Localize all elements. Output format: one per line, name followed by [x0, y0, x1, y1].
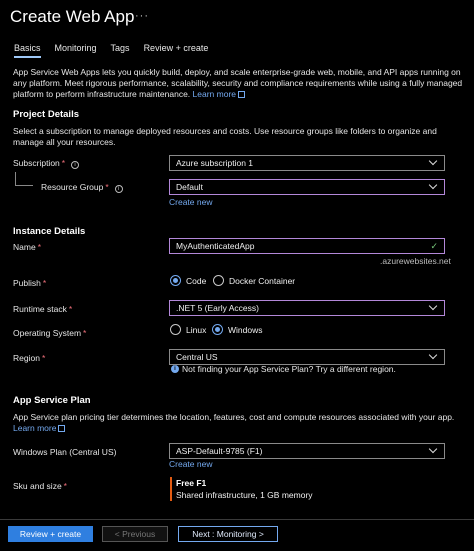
name-input[interactable]: MyAuthenticatedApp ✓ [169, 238, 445, 254]
required-marker: * [42, 278, 47, 288]
region-label-text: Region [13, 353, 40, 363]
project-details-text: Select a subscription to manage deployed… [13, 126, 437, 147]
required-marker: * [83, 328, 87, 338]
publish-docker-label: Docker Container [229, 275, 296, 286]
chevron-down-icon [428, 180, 438, 190]
required-marker: * [37, 242, 41, 252]
subscription-label-text: Subscription [13, 158, 60, 168]
info-icon[interactable]: i [114, 185, 123, 193]
region-select[interactable]: Central US [169, 349, 445, 365]
learn-more-link[interactable]: Learn more [192, 89, 246, 99]
plan-learn-more-link[interactable]: Learn more [13, 423, 66, 433]
page-title: Create Web App [10, 7, 135, 26]
operating-system-label: Operating System * [13, 328, 86, 338]
info-filled-icon: i [171, 365, 179, 373]
name-label: Name * [13, 242, 41, 252]
required-marker: * [105, 182, 109, 192]
sku-summary: Free F1 Shared infrastructure, 1 GB memo… [170, 477, 313, 501]
previous-button[interactable]: < Previous [102, 526, 168, 542]
required-marker: * [68, 304, 73, 314]
publish-label-text: Publish [13, 278, 41, 288]
required-marker: * [63, 481, 67, 491]
radio-icon [213, 275, 224, 286]
operating-system-label-text: Operating System [13, 328, 82, 338]
subscription-label: Subscription * i [13, 158, 80, 169]
os-windows-label: Windows [228, 324, 263, 335]
chevron-down-icon [428, 156, 438, 166]
windows-plan-value: ASP-Default-9785 (F1) [176, 446, 263, 456]
app-service-plan-heading: App Service Plan [13, 395, 91, 406]
resource-group-value: Default [176, 182, 203, 192]
name-value: MyAuthenticatedApp [176, 241, 255, 251]
tab-review-create[interactable]: Review + create [144, 43, 209, 58]
radio-selected-icon [212, 324, 223, 335]
os-linux-label: Linux [186, 324, 207, 335]
resource-group-label-text: Resource Group [41, 182, 104, 192]
region-notice-text: Not finding your App Service Plan? Try a… [182, 364, 396, 374]
resource-group-label: Resource Group * i [41, 182, 123, 193]
check-icon: ✓ [430, 241, 438, 251]
windows-plan-select[interactable]: ASP-Default-9785 (F1) [169, 443, 445, 459]
chevron-down-icon [428, 350, 438, 360]
publish-docker-radio[interactable]: Docker Container [213, 275, 295, 286]
windows-plan-label: Windows Plan (Central US) [13, 447, 117, 457]
sku-size-label-text: Sku and size [13, 481, 62, 491]
name-label-text: Name [13, 242, 36, 252]
plan-learn-more-label: Learn more [13, 423, 57, 433]
review-create-button[interactable]: Review + create [8, 526, 93, 542]
domain-suffix: .azurewebsites.net [380, 256, 451, 266]
sku-name: Free F1 [176, 478, 207, 488]
tab-bar: Basics Monitoring Tags Review + create [14, 43, 208, 58]
tab-monitoring[interactable]: Monitoring [55, 43, 97, 58]
required-marker: * [61, 158, 66, 168]
tree-connector [15, 172, 33, 186]
region-label: Region * [13, 353, 45, 363]
required-marker: * [41, 353, 46, 363]
chevron-down-icon [428, 444, 438, 454]
next-monitoring-button[interactable]: Next : Monitoring > [178, 526, 278, 542]
runtime-stack-label-text: Runtime stack [13, 304, 67, 314]
learn-more-label: Learn more [192, 89, 237, 99]
more-options-icon[interactable]: ··· [135, 10, 149, 22]
create-new-plan-link[interactable]: Create new [169, 459, 212, 469]
external-link-icon [238, 91, 246, 98]
publish-label: Publish * [13, 278, 46, 288]
subscription-select[interactable]: Azure subscription 1 [169, 155, 445, 171]
region-notice: i Not finding your App Service Plan? Try … [171, 364, 396, 374]
region-value: Central US [176, 352, 218, 362]
plan-text: App Service plan pricing tier determines… [13, 412, 463, 434]
radio-icon [170, 324, 181, 335]
chevron-down-icon [428, 301, 438, 311]
publish-code-radio[interactable]: Code [170, 275, 206, 286]
create-new-rg-link[interactable]: Create new [169, 197, 212, 207]
runtime-stack-select[interactable]: .NET 5 (Early Access) [169, 300, 445, 316]
os-windows-radio[interactable]: Windows [212, 324, 262, 335]
info-icon[interactable]: i [71, 161, 80, 169]
publish-code-label: Code [186, 275, 207, 286]
sku-size-label: Sku and size * [13, 481, 67, 491]
runtime-stack-label: Runtime stack * [13, 304, 72, 314]
project-details-heading: Project Details [13, 109, 79, 120]
external-link-icon [58, 425, 66, 432]
plan-description: App Service plan pricing tier determines… [13, 412, 455, 422]
tab-basics[interactable]: Basics [14, 43, 41, 58]
instance-details-heading: Instance Details [13, 226, 86, 237]
intro-text: App Service Web Apps lets you quickly bu… [13, 67, 463, 100]
radio-selected-icon [170, 275, 181, 286]
tab-tags[interactable]: Tags [111, 43, 130, 58]
os-linux-radio[interactable]: Linux [170, 324, 206, 335]
sku-description: Shared infrastructure, 1 GB memory [176, 490, 313, 500]
resource-group-select[interactable]: Default [169, 179, 445, 195]
subscription-value: Azure subscription 1 [176, 158, 254, 168]
runtime-stack-value: .NET 5 (Early Access) [176, 303, 259, 313]
